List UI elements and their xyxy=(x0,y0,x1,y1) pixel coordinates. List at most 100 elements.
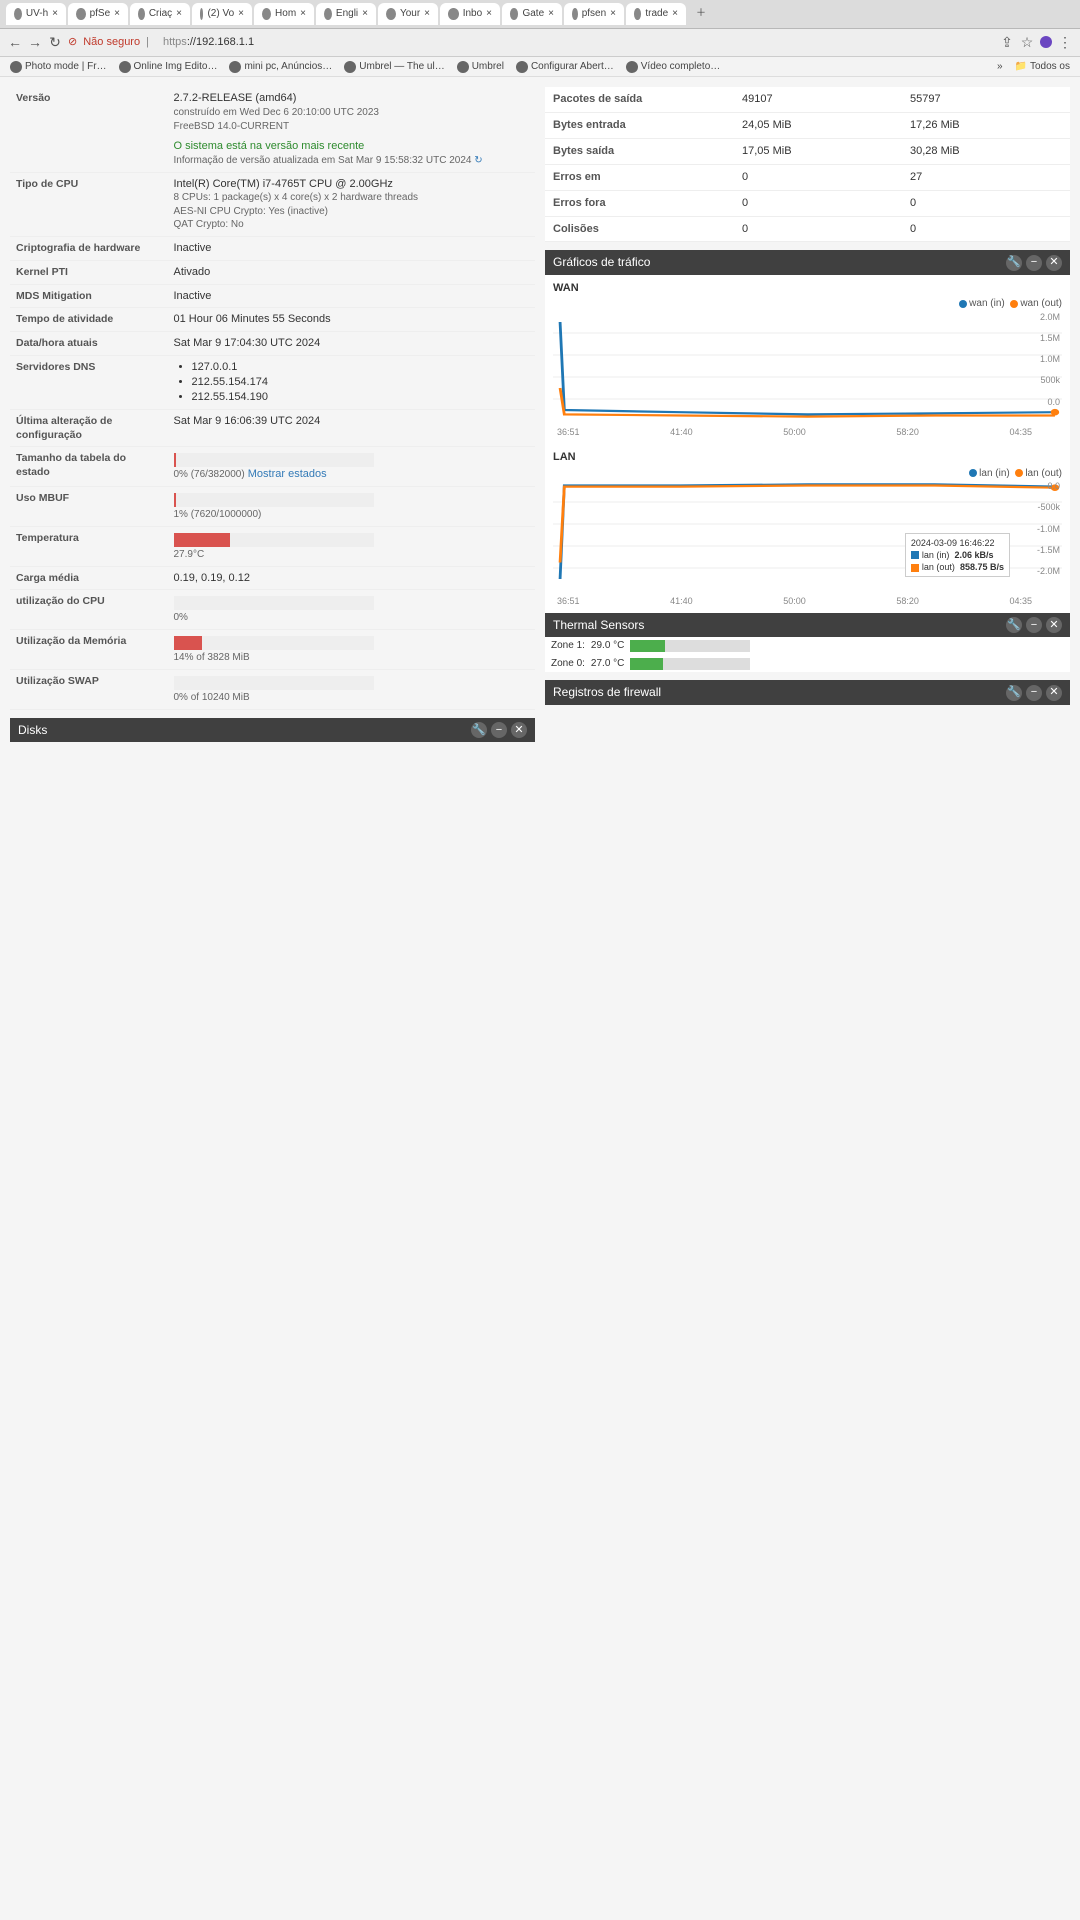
y-axis-labels: 2.0M1.5M1.0M500k0.0 xyxy=(1040,311,1060,408)
row-mem: Utilização da Memória 14% of 3828 MiB xyxy=(10,630,535,670)
close-icon[interactable]: × xyxy=(114,7,120,21)
close-icon[interactable]: × xyxy=(238,7,244,21)
row-load: Carga média0.19, 0.19, 0.12 xyxy=(10,566,535,590)
tab[interactable]: Inbo× xyxy=(440,3,500,25)
tab[interactable]: Gate× xyxy=(502,3,562,25)
close-icon[interactable]: × xyxy=(176,7,182,21)
close-icon[interactable]: × xyxy=(610,7,616,21)
close-icon[interactable]: × xyxy=(548,7,554,21)
y-axis-labels: 0.0-500k-1.0M-1.5M-2.0M xyxy=(1037,480,1060,577)
close-icon[interactable]: × xyxy=(672,7,678,21)
row-mbuf: Uso MBUF 1% (7620/1000000) xyxy=(10,486,535,526)
tab[interactable]: Hom× xyxy=(254,3,314,25)
value: 0.19, 0.19, 0.12 xyxy=(168,566,536,590)
star-icon[interactable]: ☆ xyxy=(1020,35,1034,49)
favicon-icon xyxy=(634,8,641,20)
tab[interactable]: trade× xyxy=(626,3,686,25)
value: 0 xyxy=(734,216,902,242)
favicon-icon xyxy=(262,8,271,20)
value: 49107 xyxy=(734,87,902,112)
profile-icon[interactable] xyxy=(1040,36,1052,48)
bookmark[interactable]: Configurar Abert… xyxy=(516,60,614,74)
bookmark[interactable]: Photo mode | Fr… xyxy=(10,60,107,74)
tab[interactable]: pfsen× xyxy=(564,3,624,25)
bookmarks-overflow[interactable]: » xyxy=(997,60,1003,74)
panel-title: Disks xyxy=(18,722,47,738)
back-button[interactable]: ← xyxy=(8,35,22,49)
minimize-icon[interactable]: − xyxy=(1026,685,1042,701)
bookmark[interactable]: Online Img Edito… xyxy=(119,60,218,74)
tab[interactable]: (2) Vo× xyxy=(192,3,252,25)
wrench-icon[interactable]: 🔧 xyxy=(471,722,487,738)
minimize-icon[interactable]: − xyxy=(1026,255,1042,271)
value: 55797 xyxy=(902,87,1070,112)
value: 0 xyxy=(734,190,902,216)
close-icon[interactable]: × xyxy=(300,7,306,21)
close-icon[interactable]: ✕ xyxy=(1046,617,1062,633)
close-icon[interactable]: × xyxy=(486,7,492,21)
minimize-icon[interactable]: − xyxy=(1026,617,1042,633)
label: Bytes entrada xyxy=(545,113,734,139)
bookmark-icon xyxy=(344,61,356,73)
label: Carga média xyxy=(10,566,168,590)
tab[interactable]: Criaç× xyxy=(130,3,190,25)
forward-button[interactable]: → xyxy=(28,35,42,49)
close-icon[interactable]: ✕ xyxy=(1046,685,1062,701)
wrench-icon[interactable]: 🔧 xyxy=(1006,617,1022,633)
row-datetime: Data/hora atuaisSat Mar 9 17:04:30 UTC 2… xyxy=(10,332,535,356)
firewall-logs-header: Registros de firewall 🔧−✕ xyxy=(545,680,1070,704)
label: Tipo de CPU xyxy=(10,172,168,236)
wrench-icon[interactable]: 🔧 xyxy=(1006,685,1022,701)
zone-label: Zone 1: xyxy=(551,639,585,653)
minimize-icon[interactable]: − xyxy=(491,722,507,738)
security-warning-icon[interactable]: ⊘ xyxy=(68,35,77,50)
bookmark[interactable]: mini pc, Anúncios… xyxy=(229,60,332,74)
x-axis-labels: 36:5141:4050:0058:2004:35 xyxy=(553,595,1062,607)
bookmark[interactable]: Vídeo completo… xyxy=(626,60,721,74)
row-lastcfg: Última alteração de configuraçãoSat Mar … xyxy=(10,409,535,446)
table-row: Pacotes de saída4910755797 xyxy=(545,87,1070,112)
tab[interactable]: pfSe× xyxy=(68,3,128,25)
close-icon[interactable]: × xyxy=(52,7,58,21)
label: Utilização da Memória xyxy=(10,630,168,670)
thermal-sensors-header: Thermal Sensors 🔧−✕ xyxy=(545,613,1070,637)
bookmark-icon xyxy=(516,61,528,73)
tab[interactable]: Your× xyxy=(378,3,438,25)
bookmarks-bar: Photo mode | Fr… Online Img Edito… mini … xyxy=(0,57,1080,78)
bookmark[interactable]: Umbrel xyxy=(457,60,504,74)
row-dns: Servidores DNS 127.0.0.1 212.55.154.174 … xyxy=(10,356,535,410)
extensions-icon[interactable]: ⋮ xyxy=(1058,35,1072,49)
refresh-icon[interactable]: ↻ xyxy=(474,155,482,166)
wan-chart-svg[interactable] xyxy=(553,311,1062,421)
value: Sat Mar 9 17:04:30 UTC 2024 xyxy=(168,332,536,356)
show-states-link[interactable]: Mostrar estados xyxy=(248,468,327,480)
row-cpuuse: utilização do CPU 0% xyxy=(10,590,535,630)
thermal-zone-row: Zone 0:27.0 °C xyxy=(545,655,1070,673)
row-mds: MDS MitigationInactive xyxy=(10,284,535,308)
close-icon[interactable]: × xyxy=(362,7,368,21)
bookmark-icon xyxy=(626,61,638,73)
share-icon[interactable]: ⇪ xyxy=(1000,35,1014,49)
bookmarks-all[interactable]: 📁 Todos os xyxy=(1015,60,1070,74)
bookmark[interactable]: Umbrel — The ul… xyxy=(344,60,444,74)
value: 17,05 MiB xyxy=(734,139,902,165)
interface-stats-table: Pacotes de saída4910755797 Bytes entrada… xyxy=(545,87,1070,242)
close-icon[interactable]: × xyxy=(424,7,430,21)
traffic-graphs-header: Gráficos de tráfico 🔧−✕ xyxy=(545,250,1070,274)
value: Ativado xyxy=(168,260,536,284)
reload-button[interactable]: ↻ xyxy=(48,35,62,49)
close-icon[interactable]: ✕ xyxy=(1046,255,1062,271)
row-temperature: Temperatura 27.9°C xyxy=(10,526,535,566)
new-tab-button[interactable]: ＋ xyxy=(688,3,714,25)
bookmark-icon xyxy=(229,61,241,73)
tab[interactable]: UV-h× xyxy=(6,3,66,25)
label: Pacotes de saída xyxy=(545,87,734,112)
tab[interactable]: Engli× xyxy=(316,3,376,25)
table-row: Bytes saída17,05 MiB30,28 MiB xyxy=(545,139,1070,165)
favicon-icon xyxy=(138,8,145,20)
favicon-icon xyxy=(386,8,396,20)
url-field[interactable]: https://192.168.1.1 xyxy=(155,33,994,52)
wrench-icon[interactable]: 🔧 xyxy=(1006,255,1022,271)
close-icon[interactable]: ✕ xyxy=(511,722,527,738)
thermal-zone-row: Zone 1:29.0 °C xyxy=(545,637,1070,655)
